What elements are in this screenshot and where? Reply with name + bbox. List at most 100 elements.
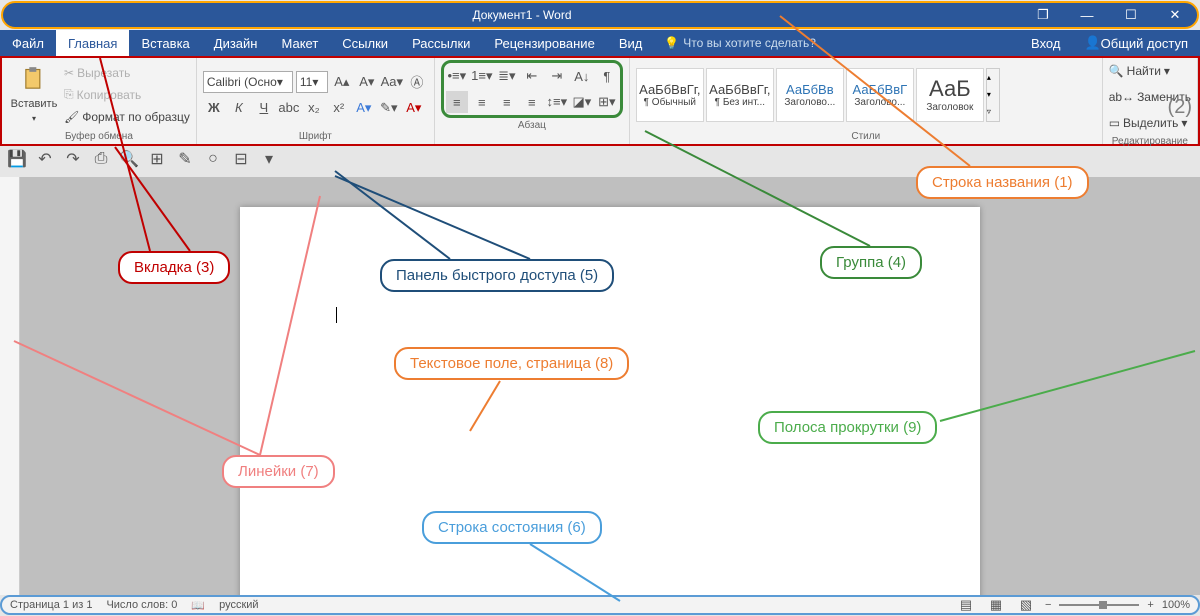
view-print-icon[interactable]: ▦ (985, 594, 1007, 616)
callout-status: Строка состояния (6) (422, 511, 602, 544)
undo-icon[interactable]: ↶ (34, 148, 56, 170)
qat-icon-2[interactable]: 🔍 (118, 148, 140, 170)
save-icon[interactable]: 💾 (6, 148, 28, 170)
tab-layout[interactable]: Макет (269, 30, 330, 56)
bold-button[interactable]: Ж (203, 97, 225, 119)
underline-button[interactable]: Ч (253, 97, 275, 119)
callout-rulers: Линейки (7) (222, 455, 335, 488)
tell-me-label: Что вы хотите сделать? (683, 36, 816, 50)
paste-label: Вставить (11, 98, 58, 110)
qat-icon-6[interactable]: ⊟ (230, 148, 252, 170)
group-label-styles: Стили (636, 129, 1096, 144)
qat-icon-4[interactable]: ✎ (174, 148, 196, 170)
group-label-paragraph: Абзац (441, 118, 623, 133)
status-words[interactable]: Число слов: 0 (106, 599, 177, 611)
find-label: Найти (1127, 64, 1161, 78)
zoom-out-icon[interactable]: − (1045, 599, 1051, 611)
font-size-value: 11 (300, 75, 312, 89)
qat-icon-3[interactable]: ⊞ (146, 148, 168, 170)
tab-insert[interactable]: Вставка (129, 30, 201, 56)
justify-icon[interactable]: ≡ (521, 91, 543, 113)
format-painter-button[interactable]: 🖌 Формат по образцу (64, 106, 190, 128)
italic-button[interactable]: К (228, 97, 250, 119)
strike-icon[interactable]: abc (278, 97, 300, 119)
bullets-icon[interactable]: •≡▾ (446, 65, 468, 87)
qat-customize-icon[interactable]: ▾ (258, 148, 280, 170)
status-proof-icon[interactable]: 📖 (191, 599, 205, 612)
copy-label: Копировать (77, 88, 142, 102)
shrink-font-icon[interactable]: A▾ (356, 71, 378, 93)
clear-format-icon[interactable]: Ⓐ (406, 71, 428, 93)
borders-icon[interactable]: ⊞▾ (596, 91, 618, 113)
callout-group: Группа (4) (820, 246, 922, 279)
font-color-icon[interactable]: A▾ (403, 97, 425, 119)
align-left-icon[interactable]: ≡ (446, 91, 468, 113)
redo-icon[interactable]: ↷ (62, 148, 84, 170)
style-title[interactable]: АаБЗаголовок (916, 68, 984, 122)
status-page[interactable]: Страница 1 из 1 (10, 599, 92, 611)
tab-file[interactable]: Файл (0, 30, 56, 56)
ruler-vertical[interactable] (0, 177, 20, 595)
line-spacing-icon[interactable]: ↕≡▾ (546, 91, 568, 113)
share-button[interactable]: 👤 Общий доступ (1072, 30, 1200, 56)
ribbon: Вставить ▾ ✂ Вырезать ⎘ Копировать 🖌 Фор… (0, 56, 1200, 146)
style-heading2[interactable]: АаБбВвГЗаголово... (846, 68, 914, 122)
tab-references[interactable]: Ссылки (330, 30, 400, 56)
font-size-combo[interactable]: 11 ▾ (296, 71, 328, 93)
sort-icon[interactable]: A↓ (571, 65, 593, 87)
close-button[interactable]: ✕ (1153, 3, 1197, 27)
superscript-icon[interactable]: x² (328, 97, 350, 119)
style-nospacing[interactable]: АаБбВвГг,¶ Без инт... (706, 68, 774, 122)
grow-font-icon[interactable]: A▴ (331, 71, 353, 93)
window-title: Документ1 - Word (23, 8, 1021, 22)
minimize-button[interactable]: — (1065, 3, 1109, 27)
status-language[interactable]: русский (219, 599, 258, 611)
ribbon-display-icon[interactable]: ❐ (1021, 3, 1065, 27)
maximize-button[interactable]: ☐ (1109, 3, 1153, 27)
text-effects-icon[interactable]: A▾ (353, 97, 375, 119)
align-center-icon[interactable]: ≡ (471, 91, 493, 113)
side-label-2: (2) (1168, 96, 1192, 119)
highlight-icon[interactable]: ✎▾ (378, 97, 400, 119)
font-name-value: Calibri (Осно (207, 75, 277, 89)
group-paragraph: •≡▾ 1≡▾ ≣▾ ⇤ ⇥ A↓ ¶ ≡ ≡ ≡ ≡ ↕≡▾ ◪▾ ⊞▾ Аб… (435, 58, 630, 144)
tell-me[interactable]: 💡 Что вы хотите сделать? (654, 30, 826, 56)
shading-icon[interactable]: ◪▾ (571, 91, 593, 113)
group-clipboard: Вставить ▾ ✂ Вырезать ⎘ Копировать 🖌 Фор… (2, 58, 197, 144)
callout-scroll: Полоса прокрутки (9) (758, 411, 937, 444)
paste-button[interactable]: Вставить ▾ (8, 60, 60, 129)
zoom-level[interactable]: 100% (1162, 599, 1190, 611)
align-right-icon[interactable]: ≡ (496, 91, 518, 113)
subscript-icon[interactable]: x₂ (303, 97, 325, 119)
font-name-combo[interactable]: Calibri (Осно ▾ (203, 71, 293, 93)
status-bar: Страница 1 из 1 Число слов: 0 📖 русский … (0, 595, 1200, 615)
sign-in[interactable]: Вход (1019, 30, 1072, 56)
dec-indent-icon[interactable]: ⇤ (521, 65, 543, 87)
group-font: Calibri (Осно ▾ 11 ▾ A▴ A▾ Aa▾ Ⓐ Ж К Ч a… (197, 58, 435, 144)
find-button[interactable]: 🔍 Найти ▾ (1109, 60, 1191, 82)
zoom-in-icon[interactable]: + (1147, 599, 1153, 611)
cut-button[interactable]: ✂ Вырезать (64, 62, 190, 84)
qat-icon-1[interactable]: ⎙ (90, 148, 112, 170)
inc-indent-icon[interactable]: ⇥ (546, 65, 568, 87)
style-normal[interactable]: АаБбВвГг,¶ Обычный (636, 68, 704, 122)
show-marks-icon[interactable]: ¶ (596, 65, 618, 87)
styles-more-icon[interactable]: ▴▾▿ (986, 68, 1000, 122)
change-case-icon[interactable]: Aa▾ (381, 71, 403, 93)
numbering-icon[interactable]: 1≡▾ (471, 65, 493, 87)
share-label: Общий доступ (1101, 36, 1188, 51)
qat-icon-5[interactable]: ○ (202, 148, 224, 170)
multilevel-icon[interactable]: ≣▾ (496, 65, 518, 87)
copy-button[interactable]: ⎘ Копировать (64, 84, 190, 106)
tab-mailings[interactable]: Рассылки (400, 30, 482, 56)
zoom-slider[interactable] (1059, 604, 1139, 606)
view-web-icon[interactable]: ▧ (1015, 594, 1037, 616)
style-heading1[interactable]: АаБбВвЗаголово... (776, 68, 844, 122)
tab-review[interactable]: Рецензирование (482, 30, 606, 56)
tab-home[interactable]: Главная (56, 30, 129, 56)
tab-design[interactable]: Дизайн (202, 30, 270, 56)
group-styles: АаБбВвГг,¶ Обычный АаБбВвГг,¶ Без инт...… (630, 58, 1103, 144)
view-read-icon[interactable]: ▤ (955, 594, 977, 616)
callout-tab: Вкладка (3) (118, 251, 230, 284)
tab-view[interactable]: Вид (607, 30, 655, 56)
